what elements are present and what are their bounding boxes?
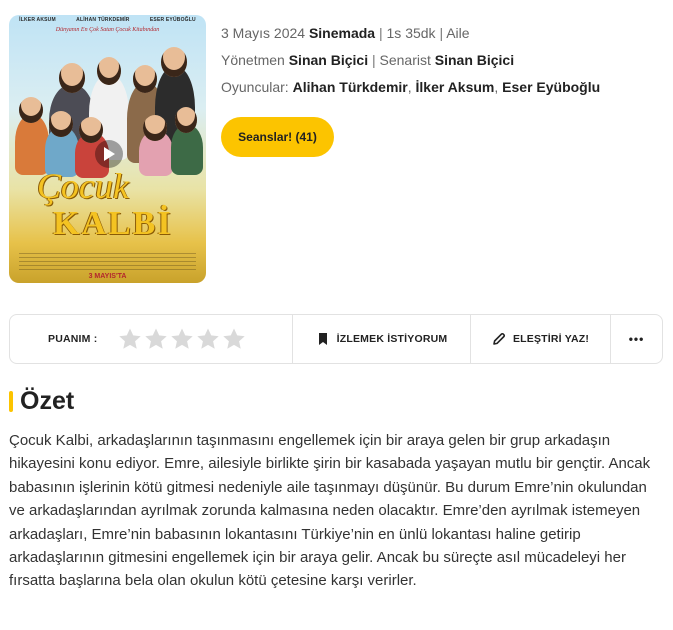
separator: |: [378, 25, 383, 41]
rating-section: PUANIM :: [10, 315, 293, 363]
cast-link[interactable]: Alihan Türkdemir: [293, 79, 408, 95]
write-review-button[interactable]: ELEŞTİRİ YAZ!: [471, 315, 611, 363]
showtimes-button[interactable]: Seanslar! (41): [221, 117, 334, 157]
poster-cast-strip: İLKER AKSUM ALİHAN TÜRKDEMİR ESER EYÜBOĞ…: [9, 15, 206, 25]
separator: |: [439, 25, 444, 41]
poster-cast-name: İLKER AKSUM: [19, 17, 56, 23]
cast-link[interactable]: Eser Eyüboğlu: [502, 79, 600, 95]
star-icon[interactable]: [170, 327, 194, 351]
cast-label: Oyuncular:: [221, 79, 289, 95]
director-link[interactable]: Sinan Biçici: [289, 52, 368, 68]
play-trailer-button[interactable]: [95, 140, 123, 168]
rating-action-bar: PUANIM : İZLEMEK İSTİYORUM ELEŞTİRİ YAZ!…: [9, 314, 663, 364]
bookmark-icon: [318, 333, 327, 345]
watchlist-label: İZLEMEK İSTİYORUM: [336, 333, 448, 345]
star-icon[interactable]: [118, 327, 142, 351]
cast-link[interactable]: İlker Aksum: [416, 79, 495, 95]
writer-label: Senarist: [379, 52, 431, 68]
comma: ,: [494, 79, 499, 95]
cast-line: Oyuncular: Alihan Türkdemir, İlker Aksum…: [221, 77, 661, 104]
poster-tagline: Dünyanın En Çok Satan Çocuk Kitabından: [55, 27, 160, 33]
summary-heading: Özet: [9, 384, 74, 418]
poster-title-line2: KALBİ: [53, 205, 173, 242]
separator: |: [371, 52, 376, 68]
star-icon[interactable]: [144, 327, 168, 351]
movie-meta: 3 Mayıs 2024 Sinemada | 1s 35dk | Aile Y…: [221, 23, 661, 104]
poster-cast-name: ESER EYÜBOĞLU: [149, 17, 196, 23]
crew-line: Yönetmen Sinan Biçici | Senarist Sinan B…: [221, 50, 661, 77]
star-icon[interactable]: [222, 327, 246, 351]
comma: ,: [407, 79, 412, 95]
star-icon[interactable]: [196, 327, 220, 351]
watchlist-button[interactable]: İZLEMEK İSTİYORUM: [293, 315, 471, 363]
play-icon: [104, 147, 115, 161]
summary-title: Özet: [20, 387, 75, 415]
poster-release-date: 3 MAYIS'TA: [88, 273, 127, 280]
summary-text: Çocuk Kalbi, arkadaşlarının taşınmasını …: [9, 432, 651, 590]
release-info-line: 3 Mayıs 2024 Sinemada | 1s 35dk | Aile: [221, 23, 661, 50]
heading-accent-bar: [9, 390, 13, 412]
director-label: Yönetmen: [221, 52, 285, 68]
rating-label: PUANIM :: [48, 333, 98, 345]
poster-title-line1: Çocuk: [37, 166, 129, 206]
genre[interactable]: Aile: [446, 25, 469, 41]
star-rating[interactable]: [118, 327, 246, 351]
pencil-icon: [493, 332, 505, 345]
write-review-label: ELEŞTİRİ YAZ!: [512, 333, 590, 345]
writer-link[interactable]: Sinan Biçici: [435, 52, 514, 68]
poster-cast-name: ALİHAN TÜRKDEMİR: [76, 17, 130, 23]
movie-poster[interactable]: İLKER AKSUM ALİHAN TÜRKDEMİR ESER EYÜBOĞ…: [9, 15, 206, 283]
release-date: 3 Mayıs 2024: [221, 25, 306, 41]
more-dots-icon: •••: [628, 332, 645, 346]
release-place[interactable]: Sinemada: [309, 25, 375, 41]
more-options-button[interactable]: •••: [611, 315, 662, 363]
poster-credits-block: [19, 253, 196, 273]
duration: 1s 35dk: [386, 25, 436, 41]
